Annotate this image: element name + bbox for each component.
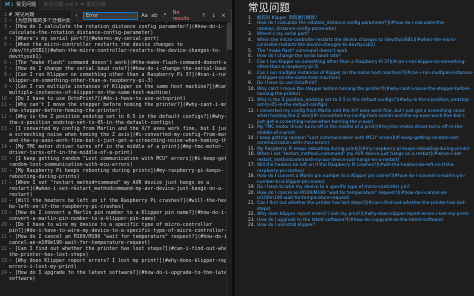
preview-list-item: 14. I keep getting random "Lost communica… xyxy=(248,136,474,147)
preview-link[interactable]: Why is the Z position_endstop set to 0.5… xyxy=(257,98,474,109)
preview-list-item: 16. When I set "restart_method=command" m… xyxy=(248,152,474,163)
preview-link[interactable]: How do I uninstall klipper? xyxy=(257,223,315,228)
list-number: 10. xyxy=(248,86,255,92)
preview-list-item: 4. When the micro-controller restarts the… xyxy=(248,38,474,49)
list-number: 18. xyxy=(248,174,255,180)
preview-list-item: 8. Can I run multiple instances of Klippe… xyxy=(248,71,474,82)
preview-list-item: 20. How do I cancel an M109/M190 "wait fo… xyxy=(248,191,474,202)
preview-link[interactable]: When I set "restart_method=command" my A… xyxy=(257,152,474,163)
editor-tab-title: 常见问题 xyxy=(16,2,37,8)
editor-pane[interactable]: M↓ 常见问题 常见问题.md > # 常见问题 › Error Aa ab .… xyxy=(0,0,232,296)
preview-link[interactable]: Will the heaters be left on if the Raspb… xyxy=(257,163,474,174)
preview-list-item: 17. Will the heaters be left on if the Ra… xyxy=(248,163,474,174)
preview-list-item: 11. Why is the Z position_endstop set to … xyxy=(248,98,474,109)
preview-list-item: 21. Can I find out whether the printer ha… xyxy=(248,201,474,212)
list-number: 20. xyxy=(248,190,255,196)
code-line[interactable]: restart](#when-i-set-restart_methodcomma… xyxy=(0,186,226,192)
preview-link[interactable]: My TMC motor driver turns off in the mid… xyxy=(257,125,474,136)
find-widget: › Error Aa ab .* No results ↑ ↓ × xyxy=(70,10,230,22)
find-input[interactable]: Error xyxy=(82,12,139,20)
line-text: software) xyxy=(9,276,36,282)
preview-link[interactable]: I converted my config from Marlin and th… xyxy=(257,109,474,125)
match-case-icon[interactable]: Aa xyxy=(141,13,148,19)
preview-toc-list: 1. 如何对 Klipper 项目进行捐款？ 2. How do I calculat… xyxy=(248,16,474,229)
list-number: 16. xyxy=(248,152,255,158)
list-number: 2. xyxy=(248,21,253,27)
preview-list-item: 12. I converted my config from Marlin and… xyxy=(248,109,474,125)
code-area[interactable]: 1# 常见问题2- [为您所做的多个迁移问题？](#how-can-i-dona… xyxy=(0,12,226,282)
preview-link[interactable]: I keep getting random "Lost communicatio… xyxy=(257,136,474,147)
line-text: restart](#when-i-set-restart_methodcomma… xyxy=(9,186,224,192)
markdown-preview: 常见问题 1. 如何对 Klipper 项目进行捐款？ 2. How do I cal… xyxy=(235,0,474,296)
preview-list-item: 7. Can I run Klipper on something other t… xyxy=(248,60,474,71)
preview-link[interactable]: Can I run Klipper on something other tha… xyxy=(257,60,474,71)
list-number: 4. xyxy=(248,37,253,43)
breadcrumb: 常见问题.md > # 常见问题 xyxy=(43,2,106,8)
code-line[interactable]: software) xyxy=(0,276,226,282)
list-number: 14. xyxy=(248,135,255,141)
line-number xyxy=(0,276,9,282)
list-number: 8. xyxy=(248,70,253,76)
editor-tab-bar: M↓ 常见问题 常见问题.md > # 常见问题 xyxy=(0,0,232,10)
preview-link[interactable]: How do I convert a Marlin pin number to … xyxy=(257,174,474,185)
preview-link[interactable]: How do I cancel an M109/M190 "wait for t… xyxy=(257,191,474,202)
previous-match-icon[interactable]: ↑ xyxy=(200,13,207,19)
editor-tab[interactable]: M↓ 常见问题 xyxy=(2,0,40,10)
preview-list-item: 2. How do I calculate the rotation_distan… xyxy=(248,21,474,32)
preview-link[interactable]: Can I find out whether the printer has l… xyxy=(257,201,474,212)
next-match-icon[interactable]: ↓ xyxy=(210,13,217,19)
preview-link[interactable]: Why can't I move the stepper before homi… xyxy=(257,87,474,98)
preview-list-item: 13. My TMC motor driver turns off in the … xyxy=(248,125,474,136)
preview-link[interactable]: When the micro-controller restarts the d… xyxy=(257,38,474,49)
list-number: 17. xyxy=(248,163,255,169)
preview-link[interactable]: How do I calculate the rotation_distance… xyxy=(257,21,474,32)
preview-list-item: 18. How do I convert a Marlin pin number … xyxy=(248,174,474,185)
preview-link[interactable]: Can I run multiple instances of Klipper … xyxy=(257,71,474,82)
preview-title: 常见问题 xyxy=(248,2,290,14)
list-number: 24. xyxy=(248,223,255,229)
list-number: 11. xyxy=(248,97,255,103)
whole-word-icon[interactable]: ab xyxy=(151,13,158,19)
markdown-icon: M↓ xyxy=(5,1,15,8)
preview-list-item: 10. Why can't I move the stepper before h… xyxy=(248,87,474,98)
preview-list-item: 24. How do I uninstall klipper? xyxy=(248,223,474,228)
find-result-count: No results xyxy=(172,10,190,22)
close-icon[interactable]: × xyxy=(220,13,227,19)
list-number: 7. xyxy=(248,59,253,65)
list-number: 12. xyxy=(248,108,255,114)
list-number: 21. xyxy=(248,201,255,207)
list-number: 13. xyxy=(248,125,255,131)
line-text: - [How do I upgrade to the latest softwa… xyxy=(9,270,226,276)
regex-icon[interactable]: .* xyxy=(161,13,168,19)
expand-replace-icon[interactable]: › xyxy=(73,13,80,19)
